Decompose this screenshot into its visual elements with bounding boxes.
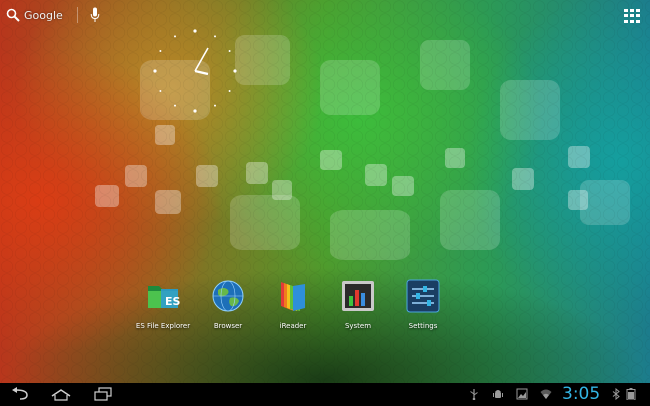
- clock-minute-hand: [194, 47, 209, 72]
- search-label[interactable]: Google: [24, 9, 63, 22]
- home-icon[interactable]: [50, 387, 72, 401]
- google-search-bar[interactable]: Google: [6, 6, 100, 24]
- battery-icon[interactable]: [626, 388, 636, 400]
- wifi-icon[interactable]: [540, 388, 552, 400]
- system-bar: 3:05: [0, 383, 650, 406]
- recent-apps-icon[interactable]: [92, 387, 114, 401]
- app-es-file-explorer[interactable]: ES ES File Explorer: [128, 278, 198, 330]
- system-monitor-icon[interactable]: [340, 278, 376, 314]
- svg-text:ES: ES: [165, 295, 181, 308]
- search-icon[interactable]: [6, 8, 20, 22]
- app-label[interactable]: Browser: [193, 322, 263, 330]
- app-system[interactable]: System: [323, 278, 393, 330]
- app-label[interactable]: System: [323, 322, 393, 330]
- android-debug-icon[interactable]: [492, 388, 504, 400]
- app-settings[interactable]: Settings: [388, 278, 458, 330]
- settings-sliders-icon[interactable]: [405, 278, 441, 314]
- app-label[interactable]: Settings: [388, 322, 458, 330]
- app-label[interactable]: ES File Explorer: [128, 322, 198, 330]
- globe-browser-icon[interactable]: [210, 278, 246, 314]
- ireader-book-icon[interactable]: [275, 278, 311, 314]
- clock-hour-hand: [194, 69, 209, 76]
- app-label[interactable]: iReader: [258, 322, 328, 330]
- analog-clock-widget[interactable]: [150, 26, 240, 116]
- back-icon[interactable]: [10, 387, 32, 401]
- app-ireader[interactable]: iReader: [258, 278, 328, 330]
- status-clock[interactable]: 3:05: [562, 384, 600, 404]
- es-file-explorer-icon[interactable]: ES: [145, 278, 181, 314]
- search-divider: [76, 7, 78, 23]
- usb-icon[interactable]: [468, 388, 480, 400]
- microphone-icon[interactable]: [90, 7, 100, 23]
- bluetooth-icon[interactable]: [610, 388, 622, 400]
- app-browser[interactable]: Browser: [193, 278, 263, 330]
- all-apps-grid-icon[interactable]: [624, 9, 640, 23]
- image-notification-icon[interactable]: [516, 388, 528, 400]
